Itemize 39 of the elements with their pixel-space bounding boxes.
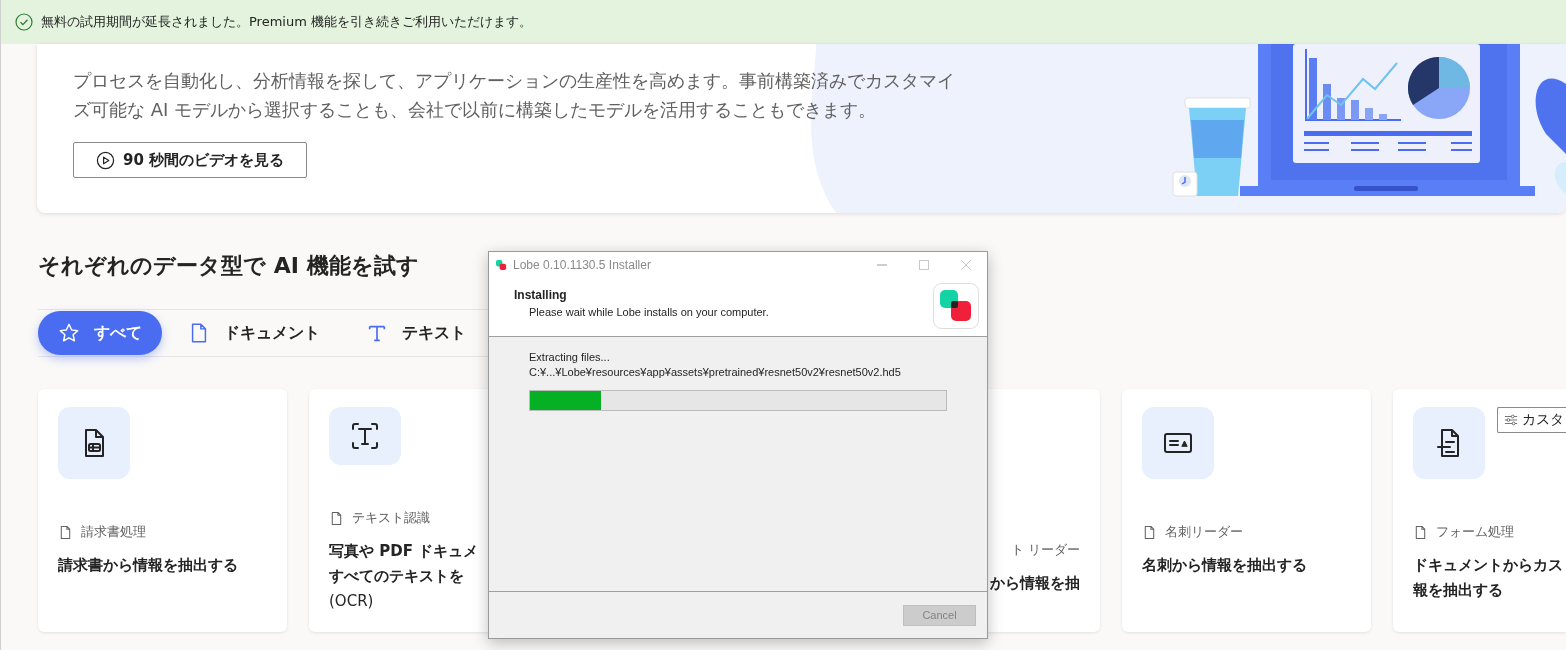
card-title: から情報を抽 <box>990 573 1080 594</box>
card-title: 名刺から情報を抽出する <box>1142 555 1308 576</box>
installer-subtitle: Please wait while Lobe installs on your computer. <box>529 306 770 318</box>
close-icon[interactable] <box>960 259 972 271</box>
card-title: 写真や PDF ドキュメ すべてのテキストを (OCR) <box>329 541 480 612</box>
document-icon <box>1142 524 1157 540</box>
scenario-card[interactable]: 名刺リーダー 名刺から情報を抽出する <box>1122 389 1371 632</box>
app-logo-icon <box>933 283 979 329</box>
filter-tab[interactable]: テキスト <box>346 311 486 355</box>
scenario-card[interactable]: カスタ フォーム処理 ドキュメントからカス 報を抽出する <box>1393 389 1566 632</box>
card-title: ドキュメントからカス 報を抽出する <box>1413 555 1564 601</box>
watch-video-button[interactable]: 90 秒間のビデオを見る <box>73 142 308 178</box>
section-heading: それぞれのデータ型で AI 機能を試す <box>38 252 419 280</box>
card-title: 請求書から情報を抽出する <box>58 555 239 576</box>
file-path: C:¥...¥Lobe¥resources¥app¥assets¥pretrained¥resnet50v2¥resnet50v2.hd5 <box>529 366 902 378</box>
app-logo-icon <box>496 259 507 271</box>
filter-tab[interactable]: すべて <box>38 311 162 355</box>
document-icon <box>58 524 73 540</box>
installer-heading: Installing <box>514 288 568 302</box>
star-icon <box>58 322 80 344</box>
text-scan-icon <box>349 420 381 452</box>
card-category: ト リーダー <box>1010 541 1080 559</box>
card-category: 請求書処理 <box>81 523 146 541</box>
hero-description: プロセスを自動化し、分析情報を探して、アプリケーションの生産性を高めます。事前構築済みでカスタマイズ可能な AI モデルから選択することも、会社で以前に構築したモデルを活用することもできます。 <box>73 69 956 122</box>
sliders-icon <box>1504 413 1518 427</box>
status-text: Extracting files... <box>529 351 611 363</box>
customize-button[interactable]: カスタ <box>1497 407 1566 433</box>
play-circle-icon <box>96 150 115 170</box>
scenario-card[interactable]: 請求書処理 請求書から情報を抽出する <box>38 389 287 632</box>
card-category: 名刺リーダー <box>1165 523 1243 541</box>
maximize-icon[interactable] <box>918 259 930 271</box>
notice-text: 無料の試用期間が延長されました。Premium 機能を引き続きご利用いただけます。 <box>41 13 532 31</box>
card-category: フォーム処理 <box>1436 523 1514 541</box>
card-category: テキスト認識 <box>352 509 430 527</box>
document-icon <box>329 510 344 526</box>
document-icon <box>1413 524 1428 540</box>
window-title: Lobe 0.10.1130.5 Installer <box>513 258 652 272</box>
filter-tab[interactable]: ドキュメント <box>168 311 340 355</box>
check-circle-icon <box>15 13 33 31</box>
